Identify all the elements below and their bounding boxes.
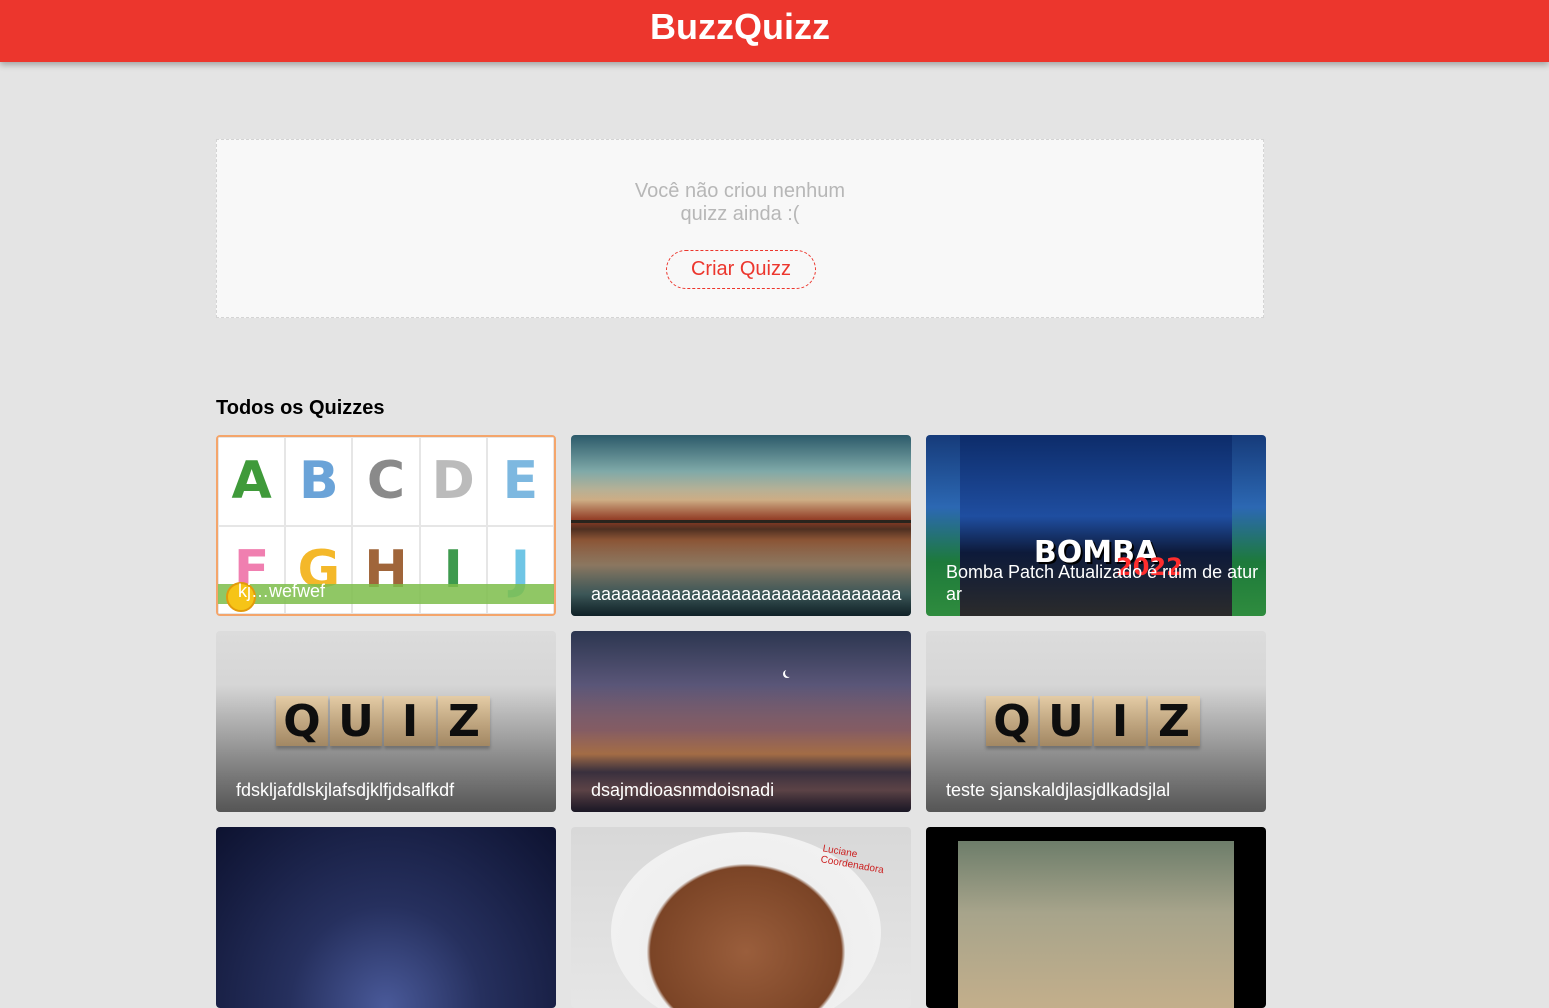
moon-icon bbox=[785, 669, 793, 677]
empty-message-line1: Você não criou nenhum bbox=[634, 180, 846, 202]
quiz-card[interactable]: Q U I Z fdskljafdlskjlafsdjklfjdsalfkdf bbox=[216, 631, 556, 812]
my-quizzes-empty-state: Você não criou nenhum quizz ainda :( Cri… bbox=[216, 139, 1264, 318]
letter-e: E bbox=[486, 437, 554, 526]
quiz-card[interactable]: Q U I Z teste sjanskaldjlasjdlkadsjlal bbox=[926, 631, 1266, 812]
quiz-card-title: aaaaaaaaaaaaaaaaaaaaaaaaaaaaaaa bbox=[591, 584, 902, 604]
top-bar: BuzzQuizz bbox=[0, 0, 1549, 62]
quiz-card-title: Bomba Patch Atualizado é ruim de aturar bbox=[946, 562, 1259, 604]
empty-message: Você não criou nenhum quizz ainda :( bbox=[217, 180, 1263, 226]
quiz-card[interactable] bbox=[926, 827, 1266, 1008]
quiz-card[interactable]: Luciane Coordenadora bbox=[571, 827, 911, 1008]
all-quizzes-title: Todos os Quizzes bbox=[216, 397, 385, 419]
quiz-card-title: dsajmdioasnmdoisnadi bbox=[591, 780, 775, 800]
quiz-card[interactable]: A B C D E F G H I J kj…wefwef bbox=[216, 435, 556, 616]
quiz-card-title: kj…wefwef bbox=[238, 581, 326, 601]
brand-logo[interactable]: BuzzQuizz bbox=[650, 6, 830, 48]
letter-d: D bbox=[419, 437, 487, 526]
quiz-card-title: teste sjanskaldjlasjdlkadsjlal bbox=[946, 780, 1171, 800]
empty-message-line2: quizz ainda :( bbox=[680, 203, 800, 225]
letter-a: A bbox=[218, 437, 286, 526]
quiz-card[interactable]: aaaaaaaaaaaaaaaaaaaaaaaaaaaaaaa bbox=[571, 435, 911, 616]
quiz-card-title: fdskljafdlskjlafsdjklfjdsalfkdf bbox=[236, 780, 455, 800]
quiz-card[interactable]: dsajmdioasnmdoisnadi bbox=[571, 631, 911, 812]
room-photo bbox=[958, 841, 1234, 1008]
quiz-card[interactable] bbox=[216, 827, 556, 1008]
letter-c: C bbox=[352, 437, 420, 526]
letter-b: B bbox=[285, 437, 353, 526]
create-quiz-button[interactable]: Criar Quizz bbox=[666, 250, 816, 289]
quiz-card[interactable]: BOMBA 2022 Bomba Patch Atualizado é ruim… bbox=[926, 435, 1266, 616]
